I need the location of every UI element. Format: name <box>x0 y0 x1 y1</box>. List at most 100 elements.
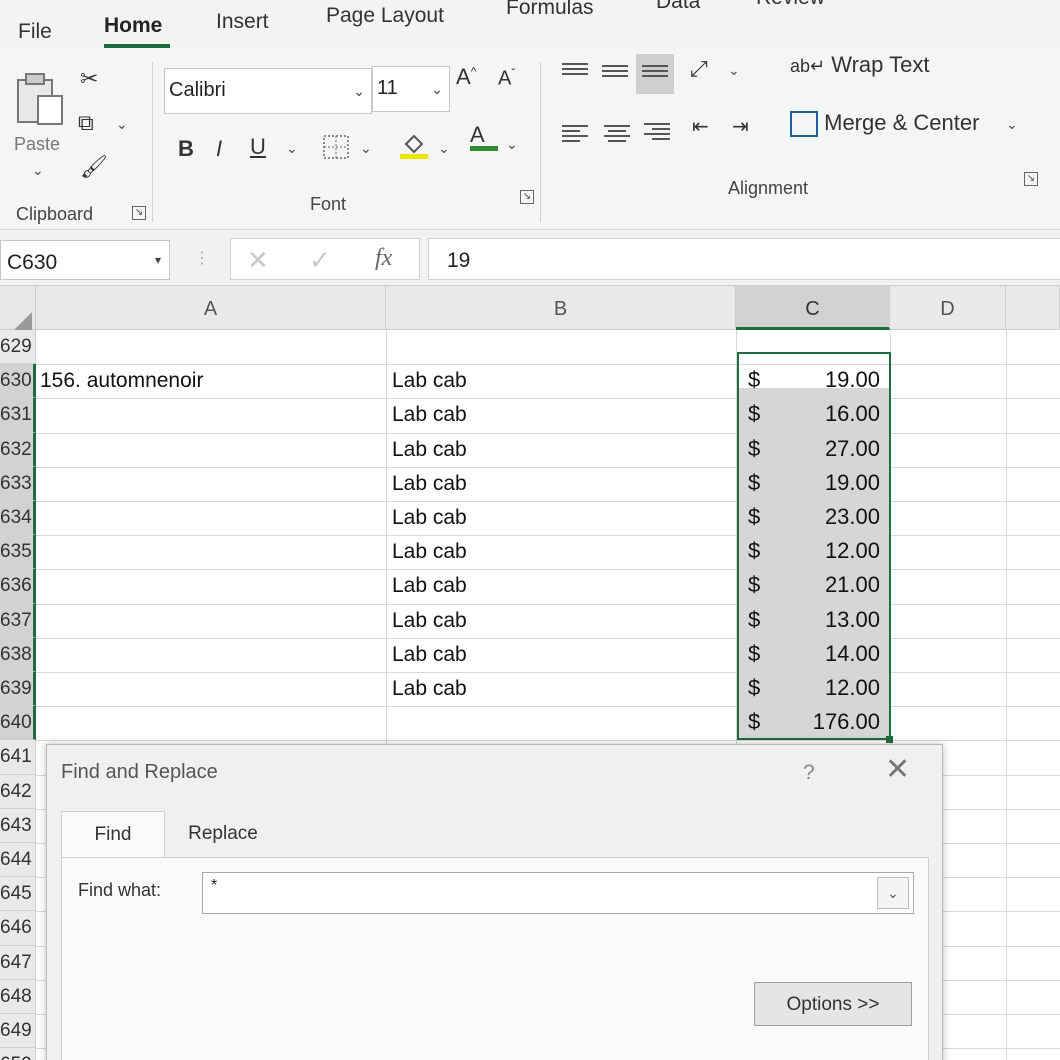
cell-b[interactable]: Lab cab <box>392 506 467 530</box>
borders-dropdown-icon[interactable]: ⌄ <box>360 140 372 157</box>
font-size-dropdown[interactable]: 11 ⌄ <box>372 66 450 112</box>
cell-b[interactable]: Lab cab <box>392 369 467 393</box>
row-header[interactable]: 648 <box>0 979 36 1014</box>
cell-b[interactable]: Lab cab <box>392 574 467 598</box>
close-button[interactable]: ✕ <box>885 755 910 785</box>
row-header[interactable]: 645 <box>0 877 36 912</box>
tab-find[interactable]: Find <box>61 811 165 857</box>
tab-data[interactable]: Data <box>656 0 700 14</box>
column-header-b[interactable]: B <box>386 286 736 330</box>
bottom-align-icon[interactable] <box>636 54 674 94</box>
align-right-icon[interactable] <box>644 120 670 142</box>
find-what-input[interactable]: * ⌄ <box>202 872 914 914</box>
name-box[interactable]: C630 ▾ <box>0 240 170 280</box>
column-header-a[interactable]: A <box>36 286 386 330</box>
middle-align-icon[interactable] <box>602 62 628 84</box>
cell-a[interactable]: 156. automnenoir <box>40 369 203 393</box>
row-header[interactable]: 643 <box>0 808 36 843</box>
row-header[interactable]: 650 <box>0 1048 36 1060</box>
font-name-dropdown[interactable]: Calibri ⌄ <box>164 68 372 114</box>
decrease-indent-icon[interactable]: ⇤ <box>692 114 709 139</box>
top-align-icon[interactable] <box>562 60 588 82</box>
decrease-font-size-button[interactable]: Aˇ <box>498 66 515 91</box>
cell-b[interactable]: Lab cab <box>392 438 467 462</box>
cut-icon[interactable]: ✂ <box>80 66 98 92</box>
font-launcher-icon[interactable]: ↘ <box>520 190 534 204</box>
row-header[interactable]: 632 <box>0 432 36 467</box>
options-button[interactable]: Options >> <box>754 982 912 1026</box>
increase-font-size-button[interactable]: A^ <box>456 64 476 90</box>
column-header-c[interactable]: C <box>736 286 890 330</box>
underline-dropdown-icon[interactable]: ⌄ <box>286 140 298 157</box>
select-all-button[interactable] <box>0 286 36 334</box>
fill-color-dropdown-icon[interactable]: ⌄ <box>438 140 450 157</box>
cancel-icon[interactable]: ✕ <box>247 245 269 276</box>
find-what-value: * <box>211 877 218 894</box>
column-header-d[interactable]: D <box>890 286 1006 330</box>
borders-icon[interactable] <box>322 134 350 160</box>
row-header[interactable]: 634 <box>0 501 36 536</box>
align-left-icon[interactable] <box>562 122 588 144</box>
copy-icon[interactable]: ⧉ <box>78 110 94 136</box>
row-header[interactable]: 633 <box>0 466 36 501</box>
formula-input[interactable]: 19 <box>428 238 1060 280</box>
cell-b[interactable]: Lab cab <box>392 677 467 701</box>
italic-button[interactable]: I <box>216 136 222 162</box>
cell-b[interactable]: Lab cab <box>392 643 467 667</box>
row-header[interactable]: 630 <box>0 364 36 399</box>
font-color-button[interactable]: A <box>470 122 498 151</box>
align-center-icon[interactable] <box>604 122 630 144</box>
tab-review[interactable]: Review <box>756 0 825 10</box>
help-button[interactable]: ? <box>803 761 815 785</box>
increase-indent-icon[interactable]: ⇥ <box>732 114 749 139</box>
selected-range[interactable] <box>737 352 891 740</box>
paste-label[interactable]: Paste <box>14 134 60 155</box>
format-painter-icon[interactable]: 🖌 <box>80 154 108 180</box>
row-header[interactable]: 642 <box>0 774 36 809</box>
cell-b[interactable]: Lab cab <box>392 540 467 564</box>
row-header[interactable]: 641 <box>0 740 36 775</box>
column-header-e[interactable] <box>1006 286 1060 330</box>
row-header[interactable]: 647 <box>0 945 36 980</box>
row-header[interactable]: 635 <box>0 535 36 570</box>
cell-b[interactable]: Lab cab <box>392 472 467 496</box>
insert-function-button[interactable]: fx <box>375 245 392 272</box>
tab-page-layout[interactable]: Page Layout <box>326 4 444 28</box>
copy-dropdown-icon[interactable]: ⌄ <box>116 116 128 133</box>
fill-color-icon[interactable] <box>398 130 430 160</box>
row-header[interactable]: 638 <box>0 637 36 672</box>
enter-icon[interactable]: ✓ <box>309 245 331 276</box>
formula-bar: C630 ▾ ⋮ ✕ ✓ fx 19 <box>0 232 1060 286</box>
paste-icon[interactable] <box>14 70 68 126</box>
row-header[interactable]: 639 <box>0 672 36 707</box>
merge-center-dropdown-icon[interactable]: ⌄ <box>1006 116 1018 133</box>
row-header[interactable]: 646 <box>0 911 36 946</box>
row-header[interactable]: 640 <box>0 706 36 741</box>
font-color-dropdown-icon[interactable]: ⌄ <box>506 136 518 153</box>
tab-insert[interactable]: Insert <box>216 10 269 34</box>
tab-formulas[interactable]: Formulas <box>506 0 594 20</box>
row-header[interactable]: 631 <box>0 398 36 433</box>
alignment-launcher-icon[interactable]: ↘ <box>1024 172 1038 186</box>
tab-file[interactable]: File <box>18 20 52 44</box>
bold-button[interactable]: B <box>178 136 194 162</box>
row-header[interactable]: 644 <box>0 843 36 878</box>
row-header[interactable]: 637 <box>0 603 36 638</box>
clipboard-launcher-icon[interactable]: ↘ <box>132 206 146 220</box>
tab-home[interactable]: Home <box>104 14 162 38</box>
cell-b[interactable]: Lab cab <box>392 403 467 427</box>
chevron-down-icon[interactable]: ⌄ <box>877 877 909 909</box>
row-header[interactable]: 636 <box>0 569 36 604</box>
row-header[interactable]: 629 <box>0 330 36 365</box>
cell-b[interactable]: Lab cab <box>392 609 467 633</box>
fill-handle[interactable] <box>886 736 893 743</box>
row-header[interactable]: 649 <box>0 1014 36 1049</box>
tab-replace[interactable]: Replace <box>171 811 275 857</box>
orientation-icon[interactable]: ⤢ <box>690 56 708 82</box>
active-tab-indicator <box>104 44 170 48</box>
merge-center-button[interactable]: Merge & Center <box>790 110 979 138</box>
orientation-dropdown-icon[interactable]: ⌄ <box>728 62 740 79</box>
wrap-text-button[interactable]: ab↵ Wrap Text <box>790 52 929 78</box>
underline-button[interactable]: U <box>250 134 266 160</box>
paste-dropdown-icon[interactable]: ⌄ <box>32 162 44 179</box>
